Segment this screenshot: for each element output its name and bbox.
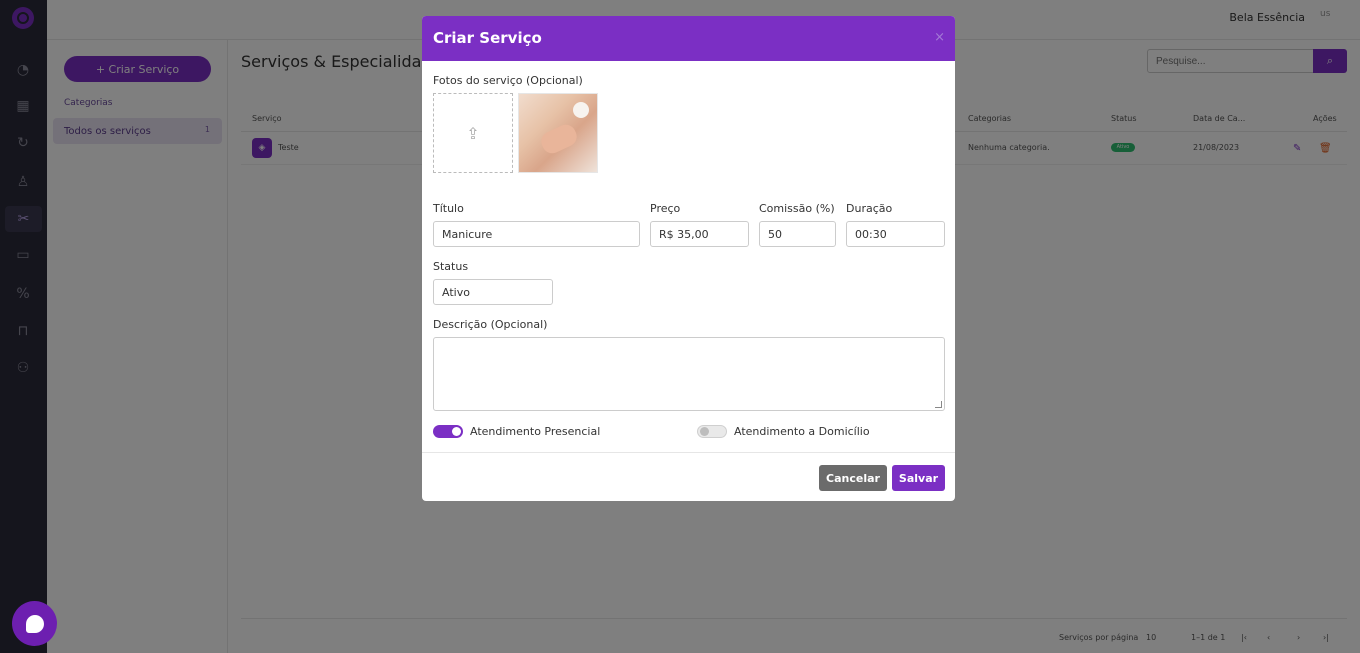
in-person-label: Atendimento Presencial xyxy=(470,425,601,438)
cancel-button[interactable]: Cancelar xyxy=(819,465,887,491)
modal-title: Criar Serviço xyxy=(433,29,542,47)
home-service-toggle[interactable] xyxy=(697,425,727,438)
title-label: Título xyxy=(433,202,464,215)
description-textarea[interactable] xyxy=(433,337,945,411)
home-service-label: Atendimento a Domicílio xyxy=(734,425,870,438)
service-photo-thumbnail[interactable] xyxy=(518,93,598,173)
save-button[interactable]: Salvar xyxy=(892,465,945,491)
duration-input[interactable]: 00:30 xyxy=(846,221,945,247)
modal-header: Criar Serviço × xyxy=(422,16,955,61)
duration-label: Duração xyxy=(846,202,893,215)
commission-label: Comissão (%) xyxy=(759,202,835,215)
description-label: Descrição (Opcional) xyxy=(433,318,548,331)
in-person-toggle[interactable] xyxy=(433,425,463,438)
status-label: Status xyxy=(433,260,469,273)
upload-icon: ⇪ xyxy=(466,123,480,143)
close-icon[interactable]: × xyxy=(934,30,945,45)
status-select[interactable]: Ativo xyxy=(433,279,553,305)
photo-upload-button[interactable]: ⇪ xyxy=(433,93,513,173)
modal-footer: Cancelar Salvar xyxy=(422,452,955,501)
create-service-modal: Criar Serviço × Fotos do serviço (Opcion… xyxy=(422,16,955,501)
price-label: Preço xyxy=(650,202,681,215)
chat-bubble-icon[interactable] xyxy=(12,601,57,646)
commission-input[interactable]: 50 xyxy=(759,221,836,247)
price-input[interactable]: R$ 35,00 xyxy=(650,221,749,247)
photos-label: Fotos do serviço (Opcional) xyxy=(433,74,583,87)
title-input[interactable]: Manicure xyxy=(433,221,640,247)
